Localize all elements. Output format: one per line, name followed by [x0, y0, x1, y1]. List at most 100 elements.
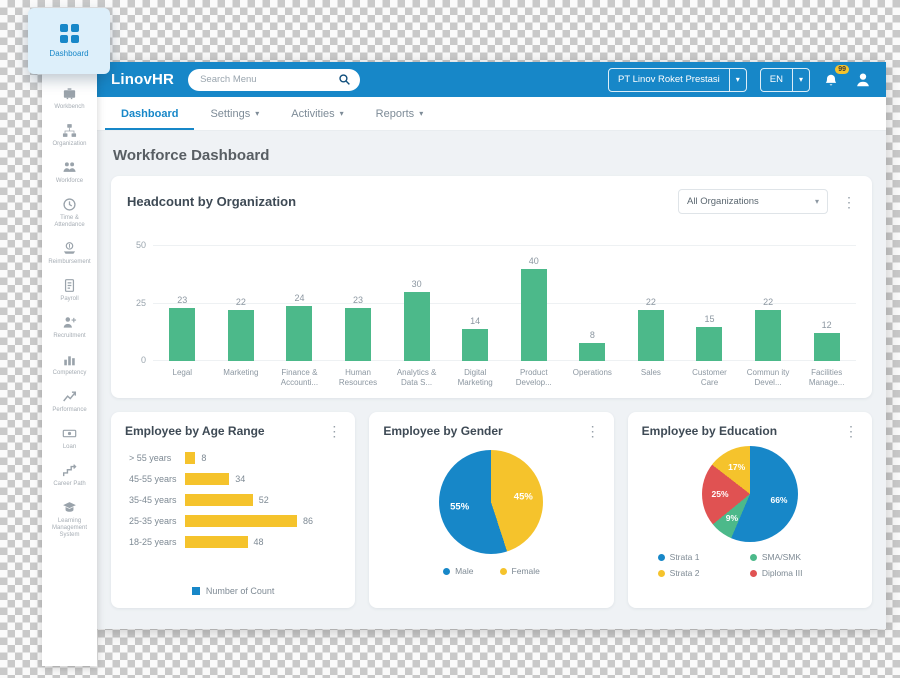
sidebar-item-label: Workbench — [54, 104, 84, 111]
dashboard-shortcut-card[interactable]: Dashboard — [28, 8, 110, 74]
bar-column: 12 — [797, 320, 856, 361]
bar — [185, 473, 229, 485]
app-window: LinovHR PT Linov Roket Prestasi ▾ EN ▾ 9… — [97, 62, 886, 628]
legend-label: Male — [455, 566, 473, 576]
bar-value-label: 22 — [646, 297, 656, 307]
dashboard-grid-icon — [60, 24, 79, 43]
bar-column: 24 — [270, 293, 329, 361]
sidebar-item-recruitment[interactable]: Recruitment — [46, 315, 94, 340]
sidebar-nav: Workbench Organization Workforce Time & Att… — [42, 62, 97, 666]
company-dropdown[interactable]: PT Linov Roket Prestasi ▾ — [608, 68, 747, 92]
tab-label: Dashboard — [121, 108, 178, 120]
bar-column: 40 — [504, 256, 563, 361]
bar — [169, 308, 195, 361]
tab-label: Settings — [210, 108, 250, 120]
gridline — [153, 245, 856, 246]
headcount-card-header: Headcount by Organization All Organizati… — [127, 189, 856, 214]
sidebar-item-label: Reimbursement — [48, 259, 90, 266]
bar — [404, 292, 430, 361]
age-range-label: 18-25 years — [129, 537, 185, 547]
sidebar-item-label: Competency — [53, 370, 87, 377]
bar-column: 23 — [153, 295, 212, 361]
bar-column: 15 — [680, 314, 739, 362]
sidebar-item-career-path[interactable]: Career Path — [46, 463, 94, 488]
kebab-menu-icon[interactable]: ⋮ — [842, 195, 856, 209]
sidebar-item-time-attendance[interactable]: Time & Attendance — [46, 197, 94, 229]
kebab-menu-icon[interactable]: ⋮ — [844, 424, 858, 438]
age-range-row: > 55 years8 — [129, 452, 341, 464]
bar-value-label: 24 — [294, 293, 304, 303]
education-pie-chart: 66%9%25%17% — [702, 446, 798, 542]
sidebar-item-competency[interactable]: Competency — [46, 352, 94, 377]
gender-pie-chart: 45%55% — [439, 450, 543, 554]
bar-value-label: 23 — [353, 295, 363, 305]
tab-reports[interactable]: Reports▾ — [360, 97, 440, 130]
performance-icon — [62, 389, 77, 404]
sidebar-item-learning-management-system[interactable]: Learning Management System — [46, 500, 94, 539]
language-dropdown-value: EN — [761, 69, 792, 91]
search-icon[interactable] — [338, 73, 351, 86]
organization-filter-select[interactable]: All Organizations ▾ — [678, 189, 828, 214]
sidebar-item-organization[interactable]: Organization — [46, 123, 94, 148]
y-tick-label: 25 — [136, 298, 146, 308]
page-title: Workforce Dashboard — [113, 147, 872, 164]
legend-item: Male — [443, 566, 473, 576]
age-range-label: > 55 years — [129, 453, 185, 463]
search-box — [188, 69, 360, 91]
kebab-menu-icon[interactable]: ⋮ — [327, 424, 341, 438]
payroll-icon — [62, 278, 77, 293]
sidebar-item-workbench[interactable]: Workbench — [46, 86, 94, 111]
gender-legend: MaleFemale — [383, 566, 599, 576]
sidebar-item-reimbursement[interactable]: Reimbursement — [46, 241, 94, 266]
legend-item: Strata 1 — [658, 552, 750, 562]
app-logo: LinovHR — [111, 71, 174, 88]
bar — [286, 306, 312, 361]
y-tick-label: 0 — [141, 355, 146, 365]
legend-item: SMA/SMK — [750, 552, 842, 562]
sidebar-item-payroll[interactable]: Payroll — [46, 278, 94, 303]
sidebar-item-label: Learning Management System — [46, 518, 94, 539]
competency-icon — [62, 352, 77, 367]
age-range-title: Employee by Age Range — [125, 424, 313, 438]
age-range-row: 45-55 years34 — [129, 473, 341, 485]
bar-value-label: 52 — [259, 495, 269, 505]
language-dropdown[interactable]: EN ▾ — [760, 68, 810, 92]
organization-icon — [62, 123, 77, 138]
user-avatar-icon[interactable] — [854, 71, 872, 89]
bar — [696, 327, 722, 362]
bar-column: 22 — [212, 297, 271, 361]
sidebar-item-workforce[interactable]: Workforce — [46, 160, 94, 185]
sidebar-item-loan[interactable]: Loan — [46, 426, 94, 451]
notification-bell[interactable]: 99 — [823, 71, 841, 89]
sidebar-item-performance[interactable]: Performance — [46, 389, 94, 414]
tab-label: Reports — [376, 108, 415, 120]
kebab-menu-icon[interactable]: ⋮ — [586, 424, 600, 438]
legend-swatch — [658, 570, 665, 577]
age-range-label: 25-35 years — [129, 516, 185, 526]
legend-swatch — [500, 568, 507, 575]
bar-value-label: 40 — [529, 256, 539, 266]
gender-title: Employee by Gender — [383, 424, 571, 438]
age-range-row: 35-45 years52 — [129, 494, 341, 506]
headcount-card: Headcount by Organization All Organizati… — [111, 176, 872, 398]
legend-swatch — [443, 568, 450, 575]
category-label: Facilities Manage... — [797, 368, 856, 388]
pie-slice-label: 9% — [726, 513, 738, 523]
sidebar-item-label: Payroll — [60, 296, 78, 303]
bar — [185, 515, 297, 527]
category-label: Sales — [622, 368, 681, 388]
bar-column: 23 — [329, 295, 388, 361]
category-label: Operations — [563, 368, 622, 388]
tab-dashboard[interactable]: Dashboard — [105, 97, 194, 130]
bar-value-label: 86 — [303, 516, 313, 526]
search-input[interactable] — [188, 69, 360, 91]
bar — [755, 310, 781, 361]
tab-activities[interactable]: Activities▾ — [275, 97, 359, 130]
age-range-card: Employee by Age Range ⋮ > 55 years8 45-55… — [111, 412, 355, 608]
recruitment-icon — [62, 315, 77, 330]
headcount-title: Headcount by Organization — [127, 194, 678, 209]
legend-label: Strata 1 — [670, 552, 700, 562]
bar-value-label: 22 — [763, 297, 773, 307]
tab-settings[interactable]: Settings▾ — [194, 97, 275, 130]
category-label: Analytics & Data S... — [387, 368, 446, 388]
